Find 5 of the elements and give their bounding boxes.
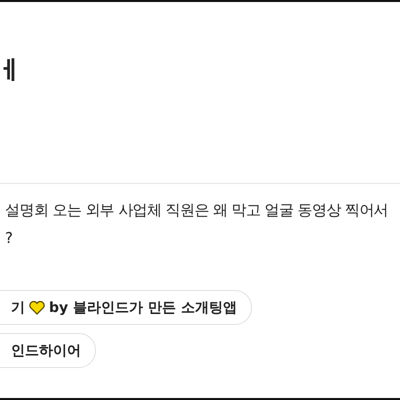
post-title: ㅔ xyxy=(0,56,22,86)
post-text: 설명회 오는 외부 사업체 직원은 왜 막고 얼굴 동영상 찍어서 xyxy=(5,200,390,221)
link-chip[interactable]: 기 by 블라인드가 만든 소개팅앱 xyxy=(0,290,252,325)
post-text: ? xyxy=(5,228,14,249)
link-chip[interactable]: 인드하이어 xyxy=(0,333,96,368)
